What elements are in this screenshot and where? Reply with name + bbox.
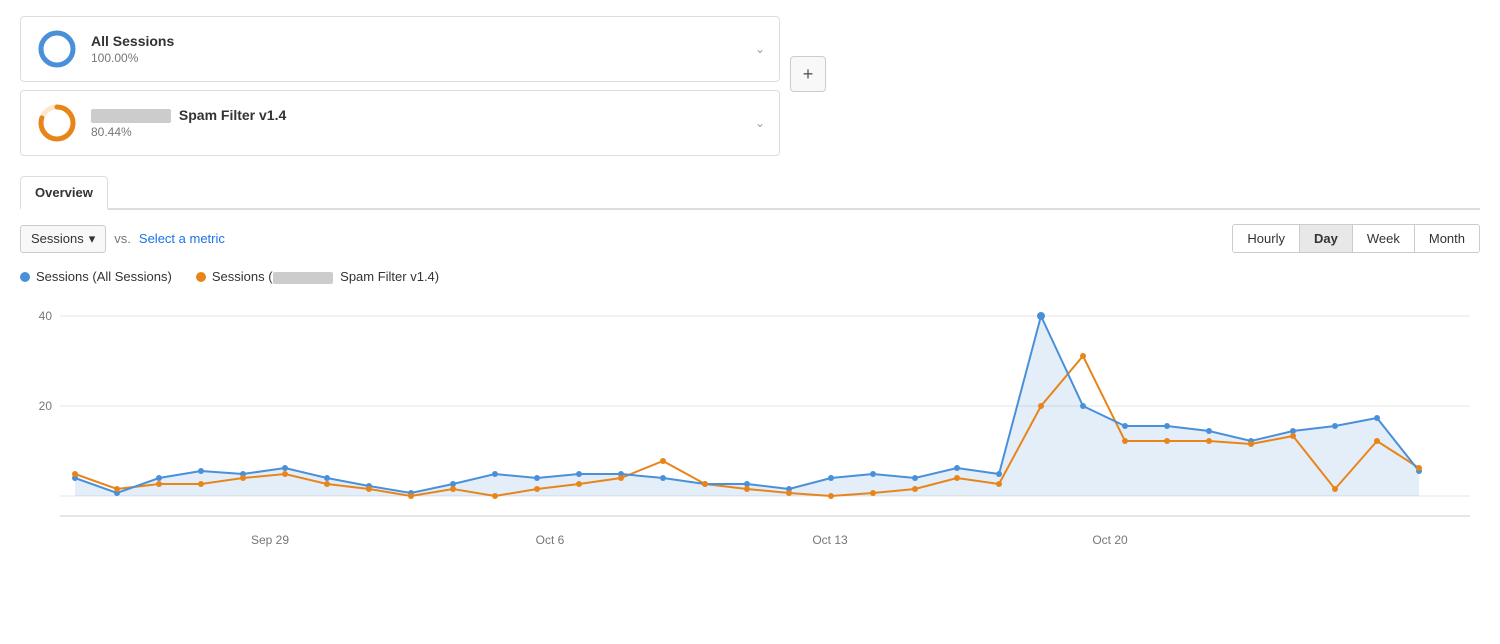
controls-row: Sessions ▾ vs. Select a metric Hourly Da… [20,224,1480,253]
blue-dot [156,475,162,481]
orange-dot [1164,438,1170,444]
orange-dot [72,471,78,477]
svg-text:40: 40 [39,309,53,323]
orange-dot [198,481,204,487]
svg-text:Oct 6: Oct 6 [536,533,565,547]
metric-label: Sessions [31,231,84,246]
legend-dot-orange [196,272,206,282]
legend-row: Sessions (All Sessions) Sessions ( Spam … [20,269,1480,284]
orange-dot [954,475,960,481]
all-sessions-chevron[interactable]: ⌄ [755,42,765,56]
legend-dot-blue [20,272,30,282]
orange-dot [492,493,498,499]
blue-dot [1332,423,1338,429]
all-sessions-info: All Sessions 100.00% [91,33,174,65]
orange-dot [240,475,246,481]
orange-dot [618,475,624,481]
vs-label: vs. [114,231,131,246]
legend-redacted [273,272,333,284]
orange-dot [1374,438,1380,444]
chart-svg: 40 20 Sep 29 Oct 6 Oct 13 Oct 20 [20,296,1480,556]
spam-filter-card[interactable]: Spam Filter v1.4 80.44% ⌄ [20,90,780,156]
orange-dot [576,481,582,487]
spam-filter-chevron[interactable]: ⌄ [755,116,765,130]
orange-dot [1206,438,1212,444]
orange-dot [660,458,666,464]
blue-dot [1122,423,1128,429]
left-controls: Sessions ▾ vs. Select a metric [20,225,225,253]
blue-dot [1206,428,1212,434]
orange-dot [366,486,372,492]
blue-dot-peak [1037,312,1045,320]
spam-filter-info: Spam Filter v1.4 80.44% [91,107,286,139]
day-button[interactable]: Day [1300,225,1353,252]
blue-dot [996,471,1002,477]
legend-spam-filter: Sessions ( Spam Filter v1.4) [196,269,439,284]
blue-dot [912,475,918,481]
legend-label-orange: Sessions ( Spam Filter v1.4) [212,269,439,284]
orange-dot [1038,403,1044,409]
tab-overview[interactable]: Overview [20,176,108,210]
orange-dot [1290,433,1296,439]
orange-dot [1248,441,1254,447]
orange-dot [1332,486,1338,492]
metric-dropdown[interactable]: Sessions ▾ [20,225,106,253]
week-button[interactable]: Week [1353,225,1415,252]
spam-filter-pct: 80.44% [91,125,286,139]
orange-dot [996,481,1002,487]
all-sessions-donut [35,27,79,71]
segments-row: All Sessions 100.00% ⌄ Spam Filter v1.4 [20,16,1480,164]
blue-dot [1164,423,1170,429]
month-button[interactable]: Month [1415,225,1479,252]
orange-dot [450,486,456,492]
orange-dot [744,486,750,492]
all-sessions-name: All Sessions [91,33,174,49]
blue-dot [660,475,666,481]
svg-text:Oct 13: Oct 13 [812,533,848,547]
orange-dot [156,481,162,487]
all-sessions-card[interactable]: All Sessions 100.00% ⌄ [20,16,780,82]
blue-dot [324,475,330,481]
blue-dot [282,465,288,471]
blue-dot [828,475,834,481]
orange-dot [114,486,120,492]
time-buttons: Hourly Day Week Month [1232,224,1480,253]
redacted-text [91,109,171,123]
svg-text:Sep 29: Sep 29 [251,533,289,547]
orange-dot [870,490,876,496]
orange-dot-peak [1080,353,1086,359]
legend-label-blue: Sessions (All Sessions) [36,269,172,284]
blue-dot [534,475,540,481]
spam-filter-name: Spam Filter v1.4 [91,107,286,123]
orange-dot [324,481,330,487]
orange-dot [828,493,834,499]
blue-dot [1080,403,1086,409]
hourly-button[interactable]: Hourly [1233,225,1300,252]
spam-filter-donut [35,101,79,145]
blue-dot [492,471,498,477]
blue-dot [576,471,582,477]
orange-dot [1122,438,1128,444]
blue-dot [1374,415,1380,421]
legend-all-sessions: Sessions (All Sessions) [20,269,172,284]
add-segment-button[interactable]: + [790,56,826,92]
select-metric-link[interactable]: Select a metric [139,231,225,246]
orange-dot [1416,465,1422,471]
chart-area: 40 20 Sep 29 Oct 6 Oct 13 Oct 20 [20,296,1480,556]
orange-dot [282,471,288,477]
svg-text:Oct 20: Oct 20 [1092,533,1128,547]
all-sessions-pct: 100.00% [91,51,174,65]
orange-dot [702,481,708,487]
orange-dot [408,493,414,499]
svg-text:20: 20 [39,399,53,413]
blue-dot [954,465,960,471]
dropdown-arrow: ▾ [89,231,96,247]
tab-bar: Overview [20,176,1480,210]
orange-dot [786,490,792,496]
orange-dot [534,486,540,492]
orange-dot [912,486,918,492]
blue-dot [198,468,204,474]
blue-dot [870,471,876,477]
